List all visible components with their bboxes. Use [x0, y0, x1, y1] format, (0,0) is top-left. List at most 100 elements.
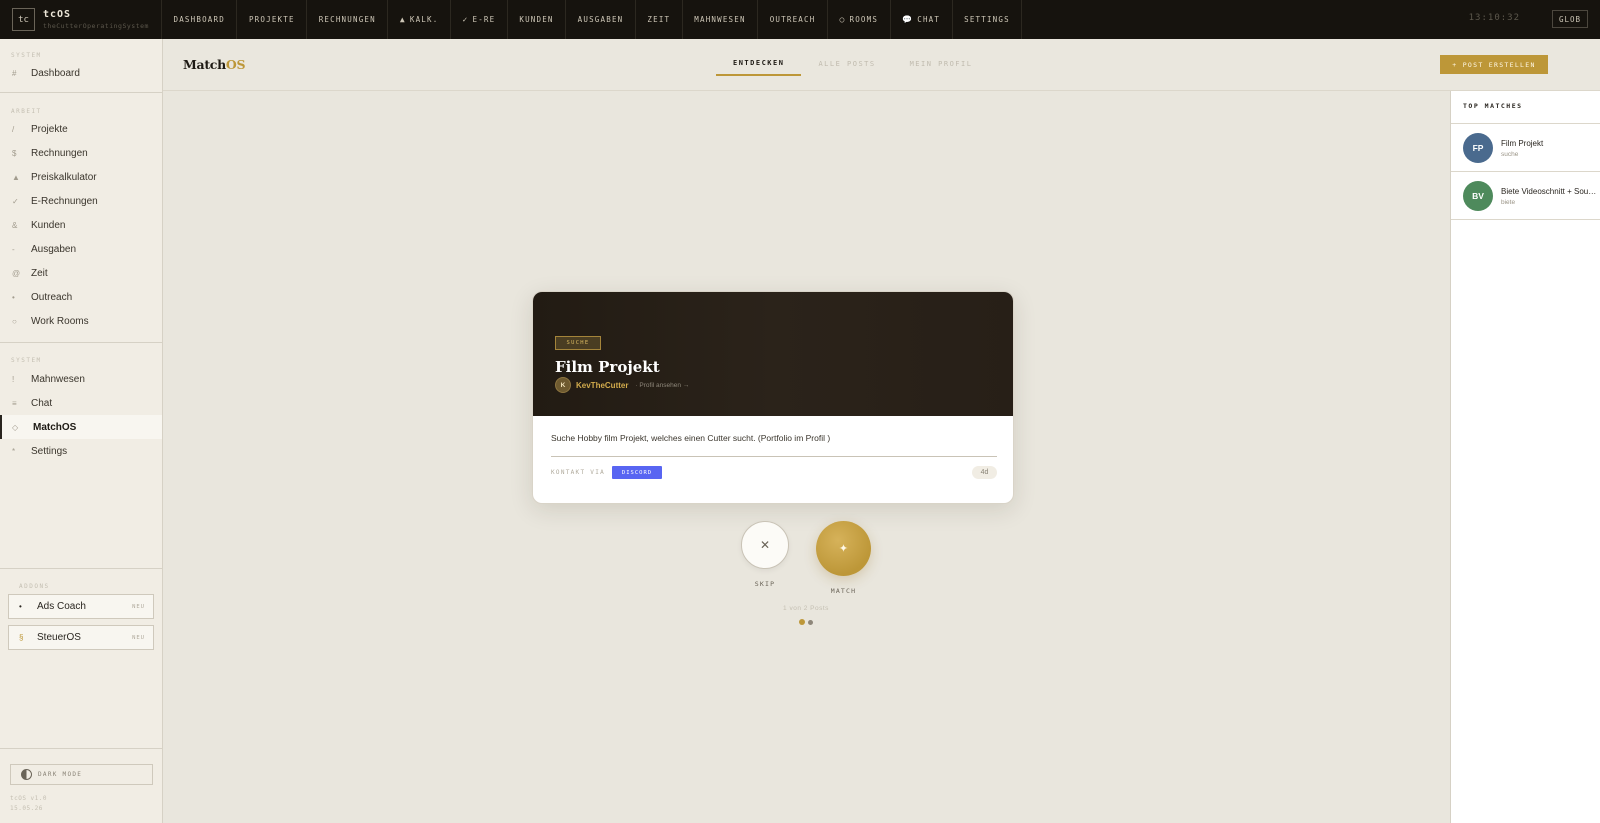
post-author: K KevTheCutter · Profil ansehen →	[555, 377, 689, 393]
sidebar-item-chat[interactable]: ≡ Chat	[0, 391, 162, 415]
sidebar-item-zeit[interactable]: @ Zeit	[0, 261, 162, 285]
app-logo[interactable]: tc tcOS theCutterOperatingSystem	[0, 0, 162, 39]
nav-rechnungen[interactable]: RECHNUNGEN	[307, 0, 389, 39]
slash-icon: /	[12, 124, 15, 134]
sidebar-item-dashboard[interactable]: # Dashboard	[0, 61, 162, 85]
sidebar-item-outreach[interactable]: • Outreach	[0, 285, 162, 309]
triangle-icon: ▲	[399, 15, 406, 24]
logo-mark: tc	[12, 8, 35, 31]
sidebar-item-kunden[interactable]: & Kunden	[0, 213, 162, 237]
card-header: SUCHE Film Projekt K KevTheCutter · Prof…	[533, 292, 1013, 416]
avatar: K	[555, 377, 571, 393]
avatar: FP	[1463, 133, 1493, 163]
divider	[0, 748, 162, 749]
dark-mode-toggle[interactable]: DARK MODE	[10, 764, 153, 785]
new-badge: NEU	[132, 603, 145, 610]
sidebar-item-projekte[interactable]: / Projekte	[0, 117, 162, 141]
nav-outreach[interactable]: OUTREACH	[758, 0, 828, 39]
match-item[interactable]: FP Film Projekt suche	[1451, 124, 1600, 171]
exclamation-icon: !	[12, 374, 15, 384]
version-info: tcOS v1.0 15.05.26	[10, 795, 48, 812]
page-title: MatchOS	[183, 57, 246, 72]
nav-chat[interactable]: 💬 CHAT	[891, 0, 953, 39]
divider	[0, 92, 162, 93]
nav-e-re[interactable]: ✓ E-RE	[451, 0, 508, 39]
main-nav: DASHBOARD PROJEKTE RECHNUNGEN ▲ KALK. ✓ E-…	[162, 0, 1023, 39]
sidebar-section-label: SYSTEM	[11, 52, 42, 59]
post-counter: 1 von 2 Posts	[783, 605, 829, 612]
clock: 13:10:32	[1468, 13, 1520, 23]
skip-label: SKIP	[754, 580, 776, 588]
sidebar-item-settings[interactable]: * Settings	[0, 439, 162, 463]
panel-title: TOP MATCHES	[1463, 102, 1523, 110]
sidebar-item-ausgaben[interactable]: - Ausgaben	[0, 237, 162, 261]
check-icon: ✓	[462, 15, 469, 24]
skip-button[interactable]: ✕	[741, 521, 789, 569]
contact-label: KONTAKT VIA	[551, 469, 606, 476]
circle-icon: ○	[12, 316, 17, 326]
logo-subtitle: theCutterOperatingSystem	[43, 21, 149, 30]
bullet-icon: •	[19, 602, 22, 611]
addon-steueros[interactable]: § SteuerOS NEU	[8, 625, 154, 650]
new-badge: NEU	[132, 634, 145, 641]
nav-zeit[interactable]: ZEIT	[636, 0, 683, 39]
top-matches-panel: TOP MATCHES FP Film Projekt suche BV Bie…	[1450, 91, 1600, 823]
divider	[551, 456, 997, 457]
avatar: BV	[1463, 181, 1493, 211]
minus-icon: -	[12, 244, 15, 254]
logo-title: tcOS	[43, 8, 72, 20]
nav-settings[interactable]: SETTINGS	[953, 0, 1023, 39]
match-item[interactable]: BV Biete Videoschnitt + Sounddesign biet…	[1451, 172, 1600, 219]
nav-dashboard[interactable]: DASHBOARD	[162, 0, 238, 39]
circle-icon: ○	[839, 15, 846, 24]
close-icon: ✕	[759, 538, 771, 552]
create-post-button[interactable]: + POST ERSTELLEN	[1440, 55, 1548, 74]
nav-ausgaben[interactable]: AUSGABEN	[566, 0, 636, 39]
gear-icon: *	[12, 446, 16, 456]
at-icon: @	[12, 268, 21, 278]
post-description: Suche Hobby film Projekt, welches einen …	[551, 433, 831, 443]
nav-kalk[interactable]: ▲ KALK.	[388, 0, 451, 39]
pagination-dot-active[interactable]	[799, 619, 805, 625]
ampersand-icon: &	[12, 220, 18, 230]
chat-bubble-icon: 💬	[902, 15, 914, 24]
top-navigation-bar: tc tcOS theCutterOperatingSystem DASHBOA…	[0, 0, 1600, 39]
section-icon: §	[19, 633, 24, 642]
sparkle-icon: ✦	[838, 543, 849, 555]
post-card[interactable]: SUCHE Film Projekt K KevTheCutter · Prof…	[532, 291, 1014, 504]
sidebar-item-e-rechnungen[interactable]: ✓ E-Rechnungen	[0, 189, 162, 213]
sidebar-item-rechnungen[interactable]: $ Rechnungen	[0, 141, 162, 165]
sidebar: SYSTEM # Dashboard ARBEIT / Projekte $ Rec…	[0, 39, 163, 823]
author-name[interactable]: KevTheCutter	[576, 381, 628, 390]
nav-kunden[interactable]: KUNDEN	[508, 0, 567, 39]
divider	[0, 342, 162, 343]
nav-projekte[interactable]: PROJEKTE	[237, 0, 308, 39]
tab-mein-profil[interactable]: MEIN PROFIL	[893, 52, 990, 76]
match-label: MATCH	[830, 587, 857, 595]
sidebar-section-label: ADDONS	[19, 583, 50, 590]
pagination-dot[interactable]	[808, 620, 813, 625]
tab-entdecken[interactable]: ENTDECKEN	[716, 52, 802, 76]
glob-button[interactable]: GLOB	[1552, 10, 1588, 28]
post-age-badge: 4d	[972, 466, 997, 479]
sidebar-item-mahnwesen[interactable]: ! Mahnwesen	[0, 367, 162, 391]
sidebar-item-matchos[interactable]: ◇ MatchOS	[0, 415, 162, 439]
nav-rooms[interactable]: ○ ROOMS	[828, 0, 891, 39]
divider	[0, 568, 162, 569]
sidebar-item-work-rooms[interactable]: ○ Work Rooms	[0, 309, 162, 333]
hash-icon: #	[12, 68, 17, 78]
diamond-icon: ◇	[12, 422, 19, 432]
sidebar-item-preiskalkulator[interactable]: ▲ Preiskalkulator	[0, 165, 162, 189]
divider	[1451, 219, 1600, 220]
addon-ads-coach[interactable]: • Ads Coach NEU	[8, 594, 154, 619]
chat-icon: ≡	[12, 398, 17, 408]
triangle-icon: ▲	[12, 172, 20, 182]
nav-mahnwesen[interactable]: MAHNWESEN	[683, 0, 759, 39]
profile-link[interactable]: · Profil ansehen →	[635, 382, 689, 389]
contact-channel-badge[interactable]: DISCORD	[612, 466, 662, 479]
tab-alle-posts[interactable]: ALLE POSTS	[801, 52, 892, 76]
match-button[interactable]: ✦	[816, 521, 871, 576]
post-title: Film Projekt	[555, 358, 660, 376]
sidebar-section-label: ARBEIT	[11, 108, 42, 115]
sidebar-section-label: SYSTEM	[11, 357, 42, 364]
